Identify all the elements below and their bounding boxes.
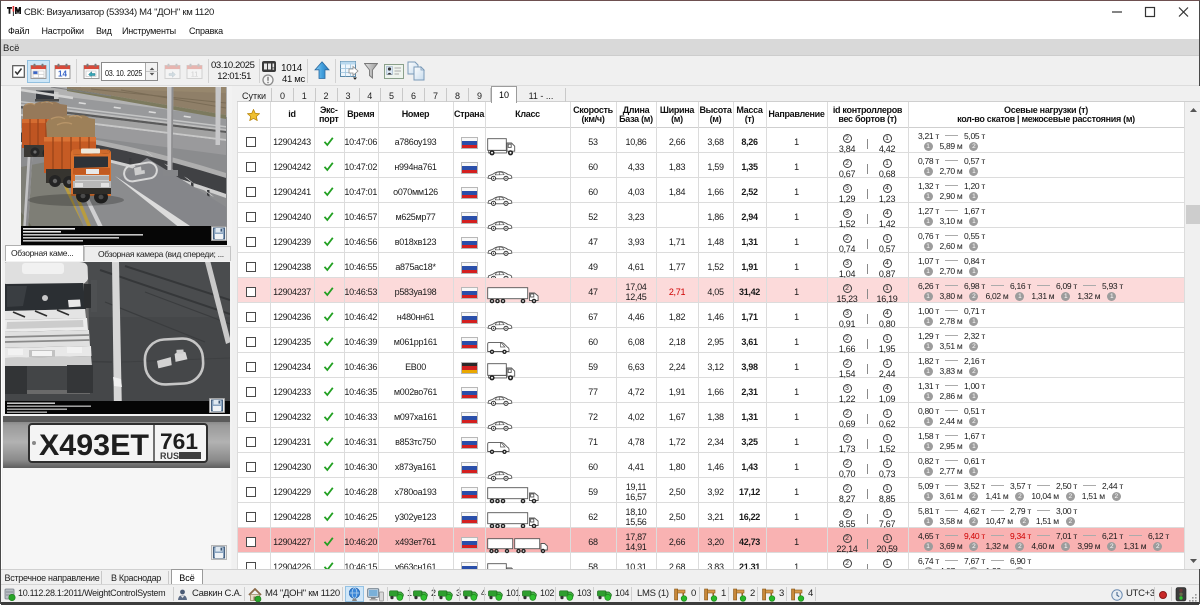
svg-text:X493ET: X493ET [39, 429, 149, 462]
svg-text:11: 11 [191, 71, 198, 78]
svg-text:RUS: RUS [160, 451, 179, 461]
svg-text:14: 14 [58, 69, 67, 78]
